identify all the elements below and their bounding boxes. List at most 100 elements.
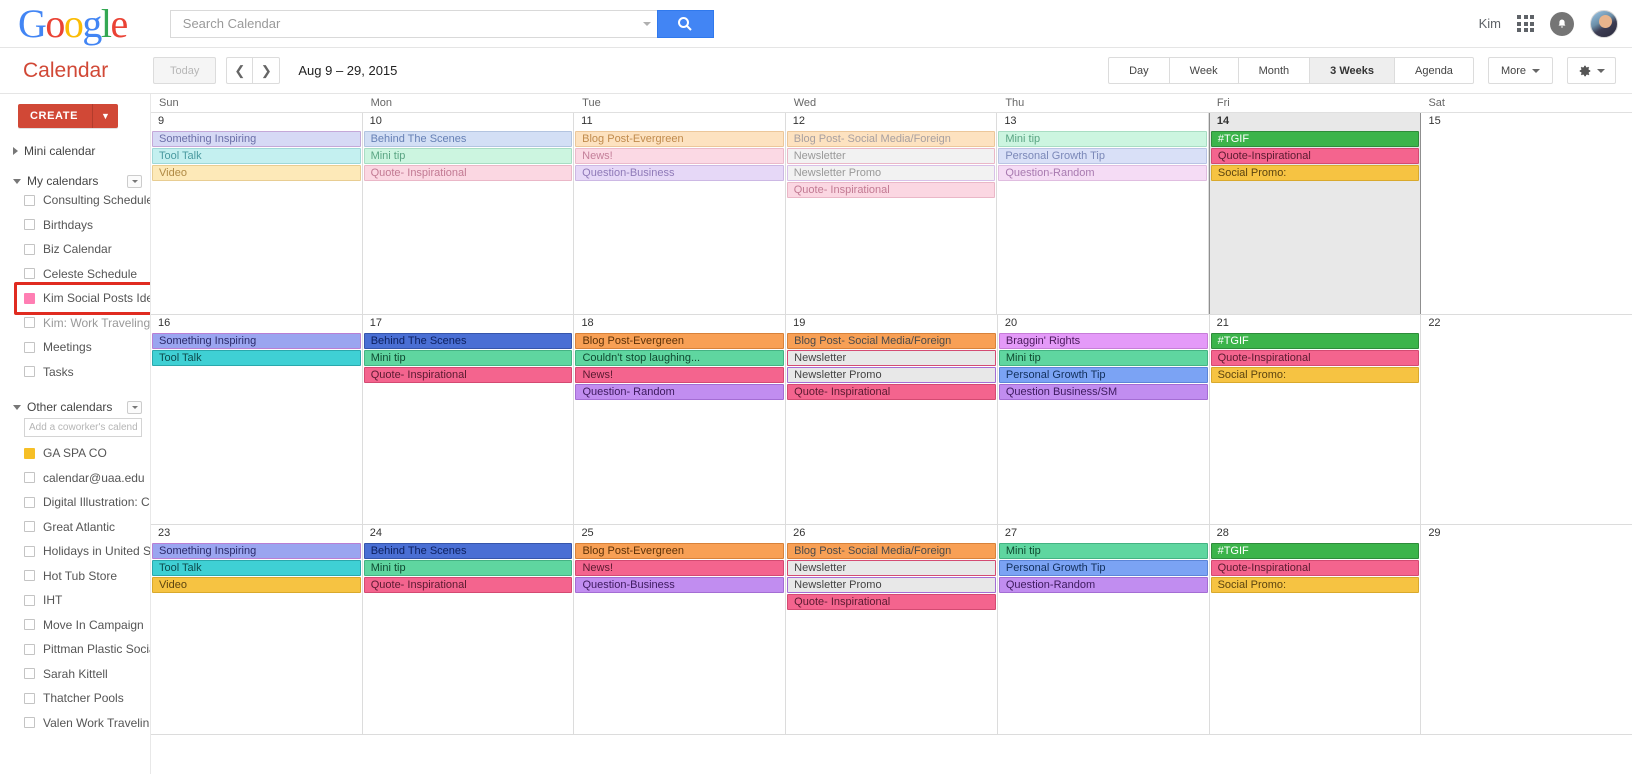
day-number[interactable]: 16 <box>151 317 362 333</box>
calendar-event[interactable]: Question-Business <box>575 165 784 181</box>
view-button-month[interactable]: Month <box>1238 57 1311 84</box>
day-number[interactable]: 15 <box>1421 115 1632 131</box>
calendar-checkbox[interactable] <box>24 317 35 329</box>
calendar-event[interactable]: Social Promo: <box>1210 165 1420 181</box>
calendar-event[interactable]: Quote-Inspirational <box>1210 560 1420 576</box>
search-input[interactable] <box>180 15 639 32</box>
other-calendars-menu-button[interactable] <box>127 400 142 414</box>
calendar-checkbox[interactable] <box>24 619 35 631</box>
calendar-checkbox[interactable] <box>24 219 35 231</box>
calendar-event[interactable]: Quote- Inspirational <box>363 367 573 383</box>
calendar-checkbox[interactable] <box>24 643 35 655</box>
day-cell-9[interactable]: 9 Something Inspiring Tool Talk Video <box>151 113 363 314</box>
day-cell-26[interactable]: 26 Blog Post- Social Media/Foreign Newslet… <box>786 525 998 734</box>
day-cell-27[interactable]: 27 Mini tip Personal Growth Tip Question-Ra… <box>998 525 1210 734</box>
calendar-event[interactable]: Something Inspiring <box>152 543 361 559</box>
day-number[interactable]: 28 <box>1210 527 1421 543</box>
calendar-event[interactable]: Newsletter <box>787 560 996 576</box>
calendar-event[interactable]: Mini tip <box>998 543 1208 559</box>
day-number[interactable]: 21 <box>1210 317 1421 333</box>
sidebar-calendar-kim-social-posts-ideas[interactable]: Kim Social Posts Ideas <box>0 282 150 315</box>
calendar-event[interactable]: Mini tip <box>998 131 1207 147</box>
sidebar-othercal-valen-work-travelin[interactable]: Valen Work Travelin... <box>0 711 150 736</box>
sidebar-item-mini-calendar[interactable]: Mini calendar <box>0 144 150 158</box>
sidebar-othercal-iht[interactable]: IHT <box>0 588 150 613</box>
calendar-event[interactable]: Question-Business <box>575 577 785 593</box>
calendar-event[interactable]: Quote- Inspirational <box>363 165 573 181</box>
sidebar-calendar-tasks[interactable]: Tasks <box>0 360 150 385</box>
calendar-event[interactable]: Braggin' Rights <box>998 333 1208 349</box>
calendar-event[interactable]: Mini tip <box>363 560 573 576</box>
view-button-week[interactable]: Week <box>1169 57 1239 84</box>
chevron-down-icon[interactable] <box>642 21 651 26</box>
day-number[interactable]: 12 <box>786 115 997 131</box>
calendar-event[interactable]: Personal Growth Tip <box>998 560 1208 576</box>
calendar-event[interactable]: Something Inspiring <box>152 333 361 349</box>
day-number[interactable]: 20 <box>998 317 1209 333</box>
day-number[interactable]: 13 <box>997 115 1208 131</box>
calendar-event[interactable]: Quote- Inspirational <box>363 577 573 593</box>
calendar-event[interactable]: Quote-Inspirational <box>1210 350 1420 366</box>
calendar-event[interactable]: Newsletter Promo <box>787 367 996 383</box>
calendar-checkbox[interactable] <box>24 292 35 304</box>
today-button[interactable]: Today <box>153 57 217 84</box>
sidebar-section-other-calendars[interactable]: Other calendars <box>0 400 150 414</box>
calendar-event[interactable]: Tool Talk <box>152 560 361 576</box>
search-box[interactable] <box>169 9 657 38</box>
day-cell-25[interactable]: 25 Blog Post-Evergreen News! Question-Busin… <box>574 525 787 734</box>
day-cell-11[interactable]: 11 Blog Post-Evergreen News! Question-Busin… <box>574 113 786 314</box>
day-cell-13[interactable]: 13 Mini tip Personal Growth Tip Question-Ra… <box>997 113 1209 314</box>
create-button[interactable]: CREATE ▼ <box>18 104 118 128</box>
day-cell-10[interactable]: 10 Behind The Scenes Mini tip Quote- Inspir… <box>363 113 575 314</box>
day-cell-23[interactable]: 23 Something Inspiring Tool Talk Video <box>151 525 363 734</box>
calendar-event[interactable]: Blog Post- Social Media/Foreign <box>787 543 996 559</box>
calendar-event[interactable]: Mini tip <box>363 350 573 366</box>
day-cell-20[interactable]: 20 Braggin' Rights Mini tip Personal Growth… <box>998 315 1210 524</box>
calendar-event[interactable]: Tool Talk <box>152 148 361 164</box>
sidebar-othercal-move-in-campaign[interactable]: Move In Campaign <box>0 613 150 638</box>
calendar-event[interactable]: Question- Random <box>575 384 785 400</box>
calendar-event[interactable]: Video <box>152 577 361 593</box>
chevron-right-icon[interactable]: ❯ <box>253 57 281 84</box>
calendar-event[interactable]: Social Promo: <box>1210 577 1420 593</box>
calendar-event[interactable]: News! <box>575 560 785 576</box>
sidebar-othercal-sarah-kittell[interactable]: Sarah Kittell <box>0 662 150 687</box>
calendar-checkbox[interactable] <box>24 496 35 508</box>
sidebar-calendar-celeste-schedule[interactable]: Celeste Schedule <box>0 262 150 287</box>
calendar-event[interactable]: Blog Post- Social Media/Foreign <box>787 333 996 349</box>
day-cell-17[interactable]: 17 Behind The Scenes Mini tip Quote- Inspir… <box>363 315 575 524</box>
bell-icon[interactable] <box>1550 11 1574 36</box>
sidebar-section-my-calendars[interactable]: My calendars <box>0 174 150 188</box>
sidebar-othercal-ga-spa-co[interactable]: GA SPA CO <box>0 441 150 466</box>
sidebar-othercal-great-atlantic[interactable]: Great Atlantic <box>0 515 150 540</box>
calendar-event[interactable]: Question-Random <box>998 577 1208 593</box>
calendar-event[interactable]: #TGIF <box>1210 131 1420 147</box>
calendar-event[interactable]: Social Promo: <box>1210 367 1420 383</box>
day-cell-24[interactable]: 24 Behind The Scenes Mini tip Quote- Inspir… <box>363 525 575 734</box>
day-number[interactable]: 18 <box>574 317 785 333</box>
calendar-event[interactable]: Question-Random <box>998 165 1207 181</box>
sidebar-calendar-meetings[interactable]: Meetings <box>0 335 150 360</box>
settings-button[interactable] <box>1567 57 1616 84</box>
calendar-checkbox[interactable] <box>24 447 35 459</box>
more-button[interactable]: More <box>1487 57 1553 84</box>
calendar-event[interactable]: Personal Growth Tip <box>998 367 1208 383</box>
day-cell-28[interactable]: 28 #TGIF Quote-Inspirational Social Promo: <box>1210 525 1422 734</box>
sidebar-othercal-digital-illustration-c[interactable]: Digital Illustration: C... <box>0 490 150 515</box>
calendar-event[interactable]: Question Business/SM <box>998 384 1208 400</box>
day-cell-12[interactable]: 12 Blog Post- Social Media/Foreign Newslet… <box>786 113 998 314</box>
view-button-3-weeks[interactable]: 3 Weeks <box>1310 57 1395 84</box>
calendar-checkbox[interactable] <box>24 668 35 680</box>
calendar-event[interactable]: News! <box>575 148 784 164</box>
day-cell-21[interactable]: 21 #TGIF Quote-Inspirational Social Promo: <box>1210 315 1422 524</box>
create-dropdown-arrow[interactable]: ▼ <box>93 104 118 128</box>
calendar-event[interactable]: Newsletter Promo <box>786 165 996 181</box>
calendar-event[interactable]: Quote- Inspirational <box>787 594 996 610</box>
calendar-event[interactable]: Quote- Inspirational <box>786 182 996 198</box>
day-number[interactable]: 14 <box>1210 115 1421 131</box>
day-number[interactable]: 24 <box>363 527 574 543</box>
calendar-event[interactable]: #TGIF <box>1210 333 1420 349</box>
calendar-event[interactable]: Something Inspiring <box>152 131 361 147</box>
calendar-event[interactable]: Newsletter Promo <box>787 577 996 593</box>
view-button-agenda[interactable]: Agenda <box>1395 57 1474 84</box>
